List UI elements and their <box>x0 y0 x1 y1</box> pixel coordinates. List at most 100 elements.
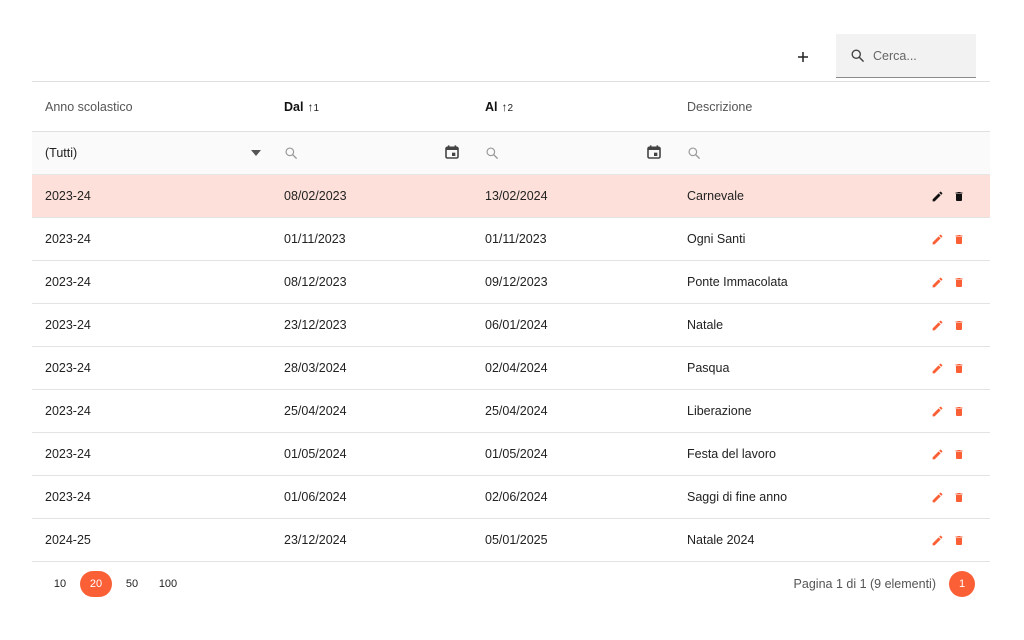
column-header-anno[interactable]: Anno scolastico <box>32 82 271 132</box>
add-button[interactable] <box>790 44 816 70</box>
trash-icon <box>955 277 963 287</box>
pencil-icon <box>932 535 942 545</box>
table-row[interactable]: 2023-24 28/03/2024 02/04/2024 Pasqua <box>32 347 990 390</box>
cell-anno: 2023-24 <box>45 404 91 418</box>
page-size-option-50[interactable]: 50 <box>116 571 148 597</box>
page-size-option-100[interactable]: 100 <box>152 571 184 597</box>
column-header-label: Anno scolastico <box>45 99 133 114</box>
trash-icon <box>955 406 963 416</box>
page-button-current[interactable]: 1 <box>949 571 975 597</box>
row-actions <box>930 533 990 547</box>
anno-filter-value: (Tutti) <box>45 146 78 160</box>
cell-anno: 2023-24 <box>45 361 91 375</box>
delete-button[interactable] <box>952 404 966 418</box>
search-icon <box>285 147 297 159</box>
descrizione-text: Natale <box>687 318 724 332</box>
delete-button[interactable] <box>952 533 966 547</box>
cell-dal: 23/12/2023 <box>284 318 347 332</box>
row-actions <box>930 361 990 375</box>
table-row[interactable]: 2023-24 01/05/2024 01/05/2024 Festa del … <box>32 433 990 476</box>
cell-descrizione: Ponte Immacolata <box>674 261 990 304</box>
table-row-selected[interactable]: 2023-24 08/02/2023 13/02/2024 Carnevale <box>32 174 990 218</box>
descrizione-filter-input[interactable] <box>687 146 990 160</box>
sort-index: 1 <box>313 102 320 114</box>
edit-button[interactable] <box>930 318 944 332</box>
edit-button[interactable] <box>930 361 944 375</box>
cell-descrizione: Natale 2024 <box>674 519 990 562</box>
column-header-label: Dal <box>284 99 304 114</box>
trash-icon <box>955 191 963 201</box>
filter-cell-anno: (Tutti) <box>32 132 271 175</box>
descrizione-text: Festa del lavoro <box>687 447 776 461</box>
column-header-dal[interactable]: Dal ↑1 <box>271 82 472 132</box>
table-row[interactable]: 2023-24 01/06/2024 02/06/2024 Saggi di f… <box>32 476 990 519</box>
pencil-icon <box>932 277 942 287</box>
delete-button[interactable] <box>952 490 966 504</box>
table-row[interactable]: 2024-25 23/12/2024 05/01/2025 Natale 202… <box>32 519 990 562</box>
cell-anno: 2023-24 <box>45 447 91 461</box>
filter-row: (Tutti) <box>32 131 990 175</box>
al-filter-input[interactable] <box>485 146 499 160</box>
filter-cell-descrizione <box>674 132 990 175</box>
calendar-icon <box>647 144 661 159</box>
edit-button[interactable] <box>930 447 944 461</box>
column-header-label: Al <box>485 99 498 114</box>
cell-dal: 23/12/2024 <box>284 533 347 547</box>
edit-button[interactable] <box>930 189 944 203</box>
cell-dal: 01/11/2023 <box>284 232 346 246</box>
cell-anno: 2023-24 <box>45 232 91 246</box>
cell-al: 13/02/2024 <box>485 189 548 203</box>
delete-button[interactable] <box>952 189 966 203</box>
row-actions <box>930 447 990 461</box>
plus-icon <box>798 52 808 62</box>
delete-button[interactable] <box>952 275 966 289</box>
header-row: Anno scolastico Dal ↑1 Al ↑2 Descrizione <box>32 81 990 132</box>
row-actions <box>930 232 990 246</box>
row-actions <box>930 404 990 418</box>
cell-anno: 2023-24 <box>45 318 91 332</box>
edit-button[interactable] <box>930 232 944 246</box>
row-actions <box>930 275 990 289</box>
edit-button[interactable] <box>930 490 944 504</box>
table-row[interactable]: 2023-24 08/12/2023 09/12/2023 Ponte Imma… <box>32 261 990 304</box>
cell-dal: 28/03/2024 <box>284 361 347 375</box>
row-actions <box>930 318 990 332</box>
cell-descrizione: Saggi di fine anno <box>674 476 990 519</box>
delete-button[interactable] <box>952 232 966 246</box>
edit-button[interactable] <box>930 275 944 289</box>
cell-descrizione: Natale <box>674 304 990 347</box>
anno-filter-select[interactable]: (Tutti) <box>45 146 261 160</box>
delete-button[interactable] <box>952 361 966 375</box>
table-row[interactable]: 2023-24 25/04/2024 25/04/2024 Liberazion… <box>32 390 990 433</box>
page-size-option-20[interactable]: 20 <box>80 571 112 597</box>
cell-descrizione: Festa del lavoro <box>674 433 990 476</box>
calendar-icon <box>445 144 459 159</box>
page-info: Pagina 1 di 1 (9 elementi) <box>793 577 936 591</box>
dal-calendar-button[interactable] <box>444 144 460 163</box>
edit-button[interactable] <box>930 404 944 418</box>
cell-anno: 2023-24 <box>45 490 91 504</box>
column-header-descrizione[interactable]: Descrizione <box>674 82 990 132</box>
cell-anno: 2023-24 <box>45 189 91 203</box>
delete-button[interactable] <box>952 318 966 332</box>
pagination-bar: 10 20 50 100 Pagina 1 di 1 (9 elementi) 1 <box>32 566 990 602</box>
search-field[interactable] <box>836 34 976 78</box>
trash-icon <box>955 363 963 373</box>
filter-cell-al <box>472 132 674 175</box>
filter-cell-dal <box>271 132 472 175</box>
data-grid: Anno scolastico Dal ↑1 Al ↑2 Descrizione (… <box>32 81 990 562</box>
page-size-selector: 10 20 50 100 <box>44 571 184 597</box>
edit-button[interactable] <box>930 533 944 547</box>
dal-filter-input[interactable] <box>284 146 298 160</box>
search-input[interactable] <box>873 48 963 63</box>
descrizione-text: Saggi di fine anno <box>687 490 788 504</box>
column-header-label: Descrizione <box>687 99 753 114</box>
al-calendar-button[interactable] <box>646 144 662 163</box>
pencil-icon <box>932 234 942 244</box>
table-row[interactable]: 2023-24 01/11/2023 01/11/2023 Ogni Santi <box>32 218 990 261</box>
page-size-option-10[interactable]: 10 <box>44 571 76 597</box>
delete-button[interactable] <box>952 447 966 461</box>
column-header-al[interactable]: Al ↑2 <box>472 82 674 132</box>
search-icon <box>486 147 498 159</box>
table-row[interactable]: 2023-24 23/12/2023 06/01/2024 Natale <box>32 304 990 347</box>
